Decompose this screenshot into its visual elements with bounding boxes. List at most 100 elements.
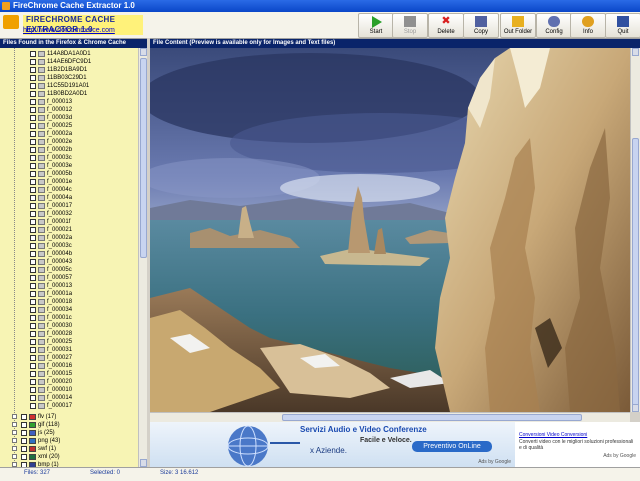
tree-item[interactable]: f_000021	[0, 226, 136, 234]
row-checkbox[interactable]	[30, 67, 36, 73]
tree-item[interactable]: f_00001a	[0, 290, 136, 298]
tree-item[interactable]: f_000017	[0, 402, 136, 410]
row-checkbox[interactable]	[21, 438, 27, 444]
tree-item[interactable]: f_000032	[0, 210, 136, 218]
row-checkbox[interactable]	[30, 75, 36, 81]
tree-category[interactable]: flv (17)	[0, 413, 136, 421]
tree-scroll-thumb[interactable]	[140, 58, 147, 258]
row-checkbox[interactable]	[30, 131, 36, 137]
row-checkbox[interactable]	[30, 171, 36, 177]
tree-item[interactable]: f_000028	[0, 330, 136, 338]
tree-category[interactable]: js (25)	[0, 429, 136, 437]
text-ad-link[interactable]: Conversioni Video Conversioni	[519, 432, 587, 438]
row-checkbox[interactable]	[30, 291, 36, 297]
ad-headline[interactable]: Servizi Audio e Video Conferenze	[300, 425, 427, 434]
tree-item[interactable]: 11C55D191A01	[0, 82, 136, 90]
expand-toggle-icon[interactable]	[12, 446, 17, 451]
preview-horizontal-scrollbar[interactable]	[150, 412, 630, 422]
tree-item[interactable]: f_000043	[0, 258, 136, 266]
tree-item[interactable]: f_00005b	[0, 170, 136, 178]
row-checkbox[interactable]	[30, 403, 36, 409]
tree-item[interactable]: f_00001c	[0, 314, 136, 322]
tree-item[interactable]: f_00004a	[0, 194, 136, 202]
tree-item[interactable]: 11B2D1BA9D1	[0, 66, 136, 74]
tree-item[interactable]: f_000034	[0, 306, 136, 314]
tree-item[interactable]: f_00001f	[0, 218, 136, 226]
quit-button[interactable]: Quit	[605, 13, 640, 38]
copy-button[interactable]: Copy	[463, 13, 499, 38]
row-checkbox[interactable]	[30, 283, 36, 289]
scroll-down-arrow-icon[interactable]	[632, 404, 639, 412]
ad-quote-button[interactable]: Preventivo OnLine	[412, 441, 492, 452]
expand-toggle-icon[interactable]	[12, 430, 17, 435]
row-checkbox[interactable]	[30, 355, 36, 361]
expand-toggle-icon[interactable]	[12, 438, 17, 443]
row-checkbox[interactable]	[21, 430, 27, 436]
row-checkbox[interactable]	[30, 115, 36, 121]
text-ad[interactable]: Conversioni Video Conversioni Converti v…	[515, 422, 640, 467]
preview-hscroll-thumb[interactable]	[282, 414, 582, 421]
row-checkbox[interactable]	[30, 307, 36, 313]
row-checkbox[interactable]	[30, 227, 36, 233]
tree-item[interactable]: f_00003c	[0, 242, 136, 250]
tree-item[interactable]: f_000030	[0, 322, 136, 330]
text-ad-adsby[interactable]: Ads by Google	[603, 453, 636, 459]
preview-scroll-thumb[interactable]	[632, 138, 639, 408]
row-checkbox[interactable]	[30, 99, 36, 105]
row-checkbox[interactable]	[30, 347, 36, 353]
tree-item[interactable]: f_000025	[0, 338, 136, 346]
tree-item[interactable]: 114A8DA1A0D1	[0, 50, 136, 58]
tree-item[interactable]: f_00003c	[0, 154, 136, 162]
expand-toggle-icon[interactable]	[12, 414, 17, 419]
row-checkbox[interactable]	[30, 83, 36, 89]
tree-item[interactable]: f_00005c	[0, 266, 136, 274]
delete-button[interactable]: ✖ Delete	[428, 13, 464, 38]
row-checkbox[interactable]	[30, 91, 36, 97]
row-checkbox[interactable]	[21, 446, 27, 452]
out-folder-button[interactable]: Out Folder	[500, 13, 536, 38]
row-checkbox[interactable]	[30, 187, 36, 193]
row-checkbox[interactable]	[21, 422, 27, 428]
expand-toggle-icon[interactable]	[12, 454, 17, 459]
row-checkbox[interactable]	[30, 259, 36, 265]
row-checkbox[interactable]	[30, 395, 36, 401]
row-checkbox[interactable]	[30, 155, 36, 161]
tree-item[interactable]: 11BB03C29D1	[0, 74, 136, 82]
row-checkbox[interactable]	[30, 387, 36, 393]
tree-item[interactable]: 114AE6DFC9D1	[0, 58, 136, 66]
tree-item[interactable]: f_000014	[0, 394, 136, 402]
row-checkbox[interactable]	[30, 139, 36, 145]
tree-item[interactable]: f_00004b	[0, 250, 136, 258]
row-checkbox[interactable]	[30, 51, 36, 57]
tree-item[interactable]: f_000010	[0, 386, 136, 394]
tree-item[interactable]: f_00002b	[0, 146, 136, 154]
scroll-up-arrow-icon[interactable]	[632, 48, 639, 56]
row-checkbox[interactable]	[30, 251, 36, 257]
row-checkbox[interactable]	[21, 454, 27, 460]
tree-item[interactable]: f_00003d	[0, 114, 136, 122]
tree-item[interactable]: f_00001e	[0, 178, 136, 186]
tree-category[interactable]: png (43)	[0, 437, 136, 445]
row-checkbox[interactable]	[30, 275, 36, 281]
tree-item[interactable]: f_000017	[0, 202, 136, 210]
row-checkbox[interactable]	[30, 315, 36, 321]
stop-button[interactable]: Stop	[392, 13, 428, 38]
row-checkbox[interactable]	[30, 211, 36, 217]
tree-category[interactable]: gif (118)	[0, 421, 136, 429]
tree-item[interactable]: f_00004c	[0, 186, 136, 194]
tree-item[interactable]: f_00002a	[0, 234, 136, 242]
row-checkbox[interactable]	[30, 339, 36, 345]
scroll-down-arrow-icon[interactable]	[140, 459, 147, 467]
tree-item[interactable]: f_000057	[0, 274, 136, 282]
row-checkbox[interactable]	[30, 243, 36, 249]
tree-item[interactable]: f_000018	[0, 298, 136, 306]
row-checkbox[interactable]	[30, 267, 36, 273]
row-checkbox[interactable]	[30, 331, 36, 337]
row-checkbox[interactable]	[30, 363, 36, 369]
tree-item[interactable]: f_000025	[0, 122, 136, 130]
tree-item[interactable]: f_000012	[0, 106, 136, 114]
row-checkbox[interactable]	[30, 379, 36, 385]
start-button[interactable]: Start	[358, 13, 394, 38]
tree-item[interactable]: f_000013	[0, 98, 136, 106]
row-checkbox[interactable]	[30, 163, 36, 169]
